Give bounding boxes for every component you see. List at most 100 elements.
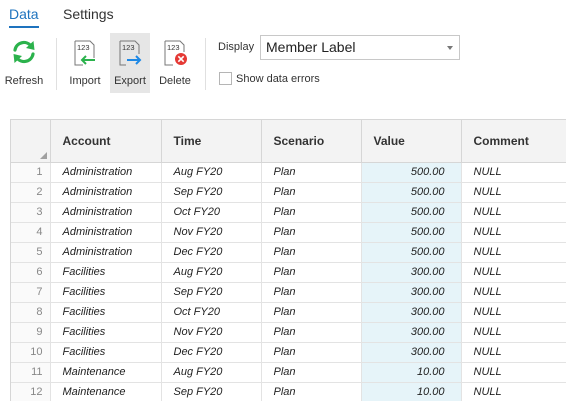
- cell-scenario[interactable]: Plan: [261, 362, 362, 383]
- table-row[interactable]: 11 Maintenance Aug FY20 Plan 10.00 NULL: [11, 362, 566, 383]
- row-number[interactable]: 2: [11, 182, 51, 203]
- row-number[interactable]: 12: [11, 382, 51, 401]
- cell-account[interactable]: Maintenance: [50, 382, 162, 401]
- cell-comment[interactable]: NULL: [461, 362, 566, 383]
- cell-comment[interactable]: NULL: [461, 202, 566, 223]
- table-row[interactable]: 6 Facilities Aug FY20 Plan 300.00 NULL: [11, 262, 566, 283]
- cell-account[interactable]: Administration: [50, 222, 162, 243]
- table-row[interactable]: 9 Facilities Nov FY20 Plan 300.00 NULL: [11, 322, 566, 343]
- tab-bar: Data Settings: [0, 0, 566, 28]
- cell-value[interactable]: 300.00: [361, 322, 462, 343]
- column-header-comment[interactable]: Comment: [461, 120, 566, 163]
- table-row[interactable]: 10 Facilities Dec FY20 Plan 300.00 NULL: [11, 342, 566, 363]
- cell-value[interactable]: 500.00: [361, 162, 462, 183]
- cell-comment[interactable]: NULL: [461, 162, 566, 183]
- row-number[interactable]: 10: [11, 342, 51, 363]
- cell-time[interactable]: Sep FY20: [161, 382, 262, 401]
- cell-time[interactable]: Nov FY20: [161, 222, 262, 243]
- tab-data[interactable]: Data: [9, 5, 39, 28]
- cell-comment[interactable]: NULL: [461, 342, 566, 363]
- cell-scenario[interactable]: Plan: [261, 342, 362, 363]
- cell-account[interactable]: Administration: [50, 182, 162, 203]
- cell-time[interactable]: Oct FY20: [161, 302, 262, 323]
- row-number[interactable]: 8: [11, 302, 51, 323]
- cell-account[interactable]: Administration: [50, 162, 162, 183]
- row-number[interactable]: 5: [11, 242, 51, 263]
- cell-comment[interactable]: NULL: [461, 322, 566, 343]
- cell-time[interactable]: Dec FY20: [161, 342, 262, 363]
- cell-account[interactable]: Facilities: [50, 282, 162, 303]
- export-button[interactable]: 123 Export: [110, 33, 150, 93]
- cell-account[interactable]: Administration: [50, 242, 162, 263]
- cell-time[interactable]: Dec FY20: [161, 242, 262, 263]
- cell-value[interactable]: 10.00: [361, 362, 462, 383]
- cell-scenario[interactable]: Plan: [261, 302, 362, 323]
- cell-account[interactable]: Facilities: [50, 342, 162, 363]
- delete-button[interactable]: 123 Delete: [155, 33, 195, 93]
- cell-time[interactable]: Aug FY20: [161, 162, 262, 183]
- cell-comment[interactable]: NULL: [461, 262, 566, 283]
- cell-account[interactable]: Facilities: [50, 262, 162, 283]
- cell-time[interactable]: Nov FY20: [161, 322, 262, 343]
- show-data-errors-checkbox[interactable]: [219, 72, 232, 85]
- row-number[interactable]: 7: [11, 282, 51, 303]
- table-row[interactable]: 4 Administration Nov FY20 Plan 500.00 NULL: [11, 222, 566, 243]
- column-header-value[interactable]: Value: [361, 120, 462, 163]
- cell-scenario[interactable]: Plan: [261, 222, 362, 243]
- cell-time[interactable]: Oct FY20: [161, 202, 262, 223]
- cell-scenario[interactable]: Plan: [261, 282, 362, 303]
- cell-scenario[interactable]: Plan: [261, 182, 362, 203]
- import-button[interactable]: 123 Import: [64, 33, 106, 93]
- column-header-account[interactable]: Account: [50, 120, 162, 163]
- delete-label: Delete: [159, 75, 191, 87]
- cell-value[interactable]: 300.00: [361, 342, 462, 363]
- cell-scenario[interactable]: Plan: [261, 242, 362, 263]
- cell-value[interactable]: 300.00: [361, 302, 462, 323]
- cell-comment[interactable]: NULL: [461, 282, 566, 303]
- cell-account[interactable]: Administration: [50, 202, 162, 223]
- row-number[interactable]: 6: [11, 262, 51, 283]
- row-number[interactable]: 9: [11, 322, 51, 343]
- cell-value[interactable]: 10.00: [361, 382, 462, 401]
- cell-time[interactable]: Sep FY20: [161, 182, 262, 203]
- display-select[interactable]: Member Label: [260, 35, 460, 60]
- cell-scenario[interactable]: Plan: [261, 322, 362, 343]
- cell-scenario[interactable]: Plan: [261, 382, 362, 401]
- cell-value[interactable]: 300.00: [361, 262, 462, 283]
- cell-scenario[interactable]: Plan: [261, 202, 362, 223]
- cell-scenario[interactable]: Plan: [261, 262, 362, 283]
- cell-value[interactable]: 500.00: [361, 182, 462, 203]
- table-row[interactable]: 8 Facilities Oct FY20 Plan 300.00 NULL: [11, 302, 566, 323]
- row-number[interactable]: 4: [11, 222, 51, 243]
- cell-value[interactable]: 500.00: [361, 222, 462, 243]
- cell-comment[interactable]: NULL: [461, 222, 566, 243]
- cell-account[interactable]: Facilities: [50, 322, 162, 343]
- cell-value[interactable]: 300.00: [361, 282, 462, 303]
- table-row[interactable]: 7 Facilities Sep FY20 Plan 300.00 NULL: [11, 282, 566, 303]
- cell-comment[interactable]: NULL: [461, 382, 566, 401]
- cell-comment[interactable]: NULL: [461, 182, 566, 203]
- select-all-corner[interactable]: [11, 120, 51, 163]
- table-row[interactable]: 2 Administration Sep FY20 Plan 500.00 NULL: [11, 182, 566, 203]
- row-number[interactable]: 1: [11, 162, 51, 183]
- tab-settings[interactable]: Settings: [63, 5, 114, 25]
- cell-account[interactable]: Maintenance: [50, 362, 162, 383]
- table-row[interactable]: 1 Administration Aug FY20 Plan 500.00 NULL: [11, 162, 566, 183]
- cell-scenario[interactable]: Plan: [261, 162, 362, 183]
- cell-value[interactable]: 500.00: [361, 202, 462, 223]
- table-row[interactable]: 12 Maintenance Sep FY20 Plan 10.00 NULL: [11, 382, 566, 401]
- cell-time[interactable]: Aug FY20: [161, 262, 262, 283]
- cell-comment[interactable]: NULL: [461, 302, 566, 323]
- column-header-time[interactable]: Time: [161, 120, 262, 163]
- table-row[interactable]: 5 Administration Dec FY20 Plan 500.00 NULL: [11, 242, 566, 263]
- cell-comment[interactable]: NULL: [461, 242, 566, 263]
- refresh-button[interactable]: Refresh: [3, 33, 45, 93]
- cell-time[interactable]: Aug FY20: [161, 362, 262, 383]
- table-row[interactable]: 3 Administration Oct FY20 Plan 500.00 NULL: [11, 202, 566, 223]
- column-header-scenario[interactable]: Scenario: [261, 120, 362, 163]
- cell-value[interactable]: 500.00: [361, 242, 462, 263]
- cell-account[interactable]: Facilities: [50, 302, 162, 323]
- row-number[interactable]: 3: [11, 202, 51, 223]
- row-number[interactable]: 11: [11, 362, 51, 383]
- cell-time[interactable]: Sep FY20: [161, 282, 262, 303]
